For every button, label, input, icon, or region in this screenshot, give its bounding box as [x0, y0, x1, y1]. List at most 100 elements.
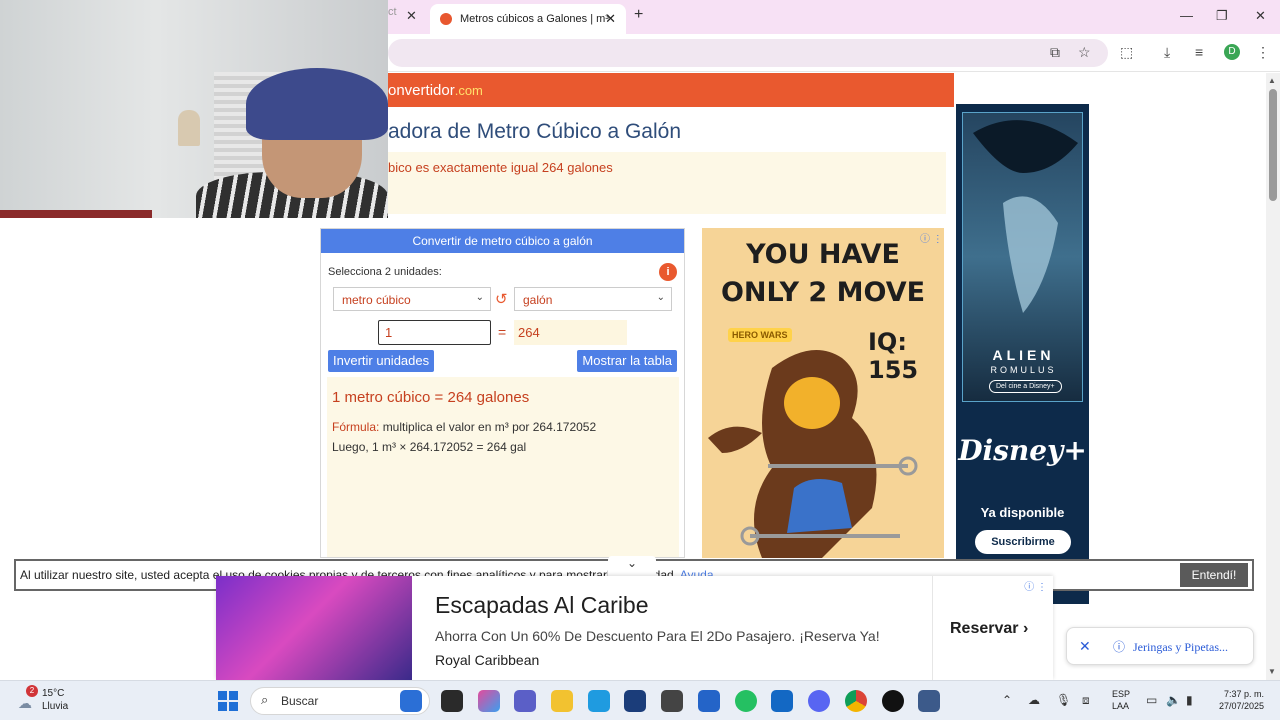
reserve-button[interactable]: Reservar ›: [950, 620, 1028, 638]
red-shelf: [0, 210, 152, 218]
discord-icon[interactable]: [808, 690, 830, 712]
profile-avatar[interactable]: D: [1224, 44, 1240, 60]
close-icon[interactable]: ✕: [1079, 638, 1091, 655]
summary-text: bico es exactamente igual 264 galones: [388, 160, 613, 175]
disney-plus-logo: Disney+: [958, 434, 1087, 467]
invert-units-button[interactable]: Invertir unidades: [328, 350, 435, 372]
page-title: adora de Metro Cúbico a Galón: [388, 120, 682, 143]
converter-panel: Convertir de metro cúbico a galón Selecc…: [320, 228, 685, 558]
search-highlight-icon[interactable]: [400, 690, 422, 712]
chevron-down-icon: ⌄: [626, 556, 638, 570]
minimize-button[interactable]: —: [1180, 8, 1193, 23]
site-favicon-icon: [440, 13, 452, 25]
alien-subtitle: ROMULUS: [990, 365, 1057, 375]
network-icon[interactable]: ▭: [1146, 693, 1157, 707]
install-app-icon[interactable]: ⧉: [1050, 44, 1060, 61]
clock-time: 7:37 p. m.: [1223, 689, 1264, 699]
to-unit-select[interactable]: galón ⌄: [514, 287, 672, 311]
info-circle-icon: ⓘ: [1113, 640, 1126, 654]
active-tab-close-icon[interactable]: ✕: [605, 11, 616, 27]
previous-tab[interactable]: ct ✕: [388, 6, 428, 28]
active-tab[interactable]: Metros cúbicos a Galones | m³ ✕: [430, 4, 626, 34]
language-indicator[interactable]: ESP LAA: [1112, 688, 1130, 712]
store-icon[interactable]: [624, 690, 646, 712]
site-logo-domain[interactable]: .com: [455, 83, 483, 98]
subscribe-button[interactable]: Suscribirme: [975, 530, 1071, 554]
teams-icon[interactable]: [514, 690, 536, 712]
volume-icon[interactable]: 🔈: [1166, 693, 1181, 707]
keyboard-layout: LAA: [1112, 701, 1130, 711]
onedrive-icon[interactable]: ☁: [1028, 693, 1040, 707]
disney-ad[interactable]: ALIEN ROMULUS Del cine a Disney+ Disney+…: [956, 104, 1089, 604]
ad-choices-icon[interactable]: ⓘ ⋮: [1024, 578, 1047, 593]
edge-icon[interactable]: [588, 690, 610, 712]
formula-label: Fórmula:: [332, 420, 380, 434]
chrome-icon[interactable]: [845, 690, 867, 712]
weather-text: 15°C Lluvia: [42, 687, 68, 713]
page-scrollbar[interactable]: ▲ ▼: [1266, 73, 1280, 680]
result-area: 1 metro cúbico = 264 galones Fórmula: mu…: [327, 377, 679, 557]
bottom-ad-sponsor: Royal Caribbean: [435, 652, 540, 668]
file-explorer-icon[interactable]: [551, 690, 573, 712]
system-clock[interactable]: 7:37 p. m. 27/07/2025: [1212, 688, 1264, 712]
scroll-up-arrow-icon[interactable]: ▲: [1268, 76, 1276, 85]
bottom-ad-headline: Escapadas Al Caribe: [435, 592, 649, 618]
from-unit-select[interactable]: metro cúbico ⌄: [333, 287, 491, 311]
browser-menu-icon[interactable]: ⋮: [1256, 44, 1270, 61]
weather-temp: 15°C: [42, 688, 65, 699]
side-suggestion-pill[interactable]: ✕ ⓘ Jeringas y Pipetas...: [1066, 627, 1254, 665]
scroll-down-arrow-icon[interactable]: ▼: [1268, 667, 1276, 676]
side-pill-text: Jeringas y Pipetas...: [1133, 640, 1228, 654]
scroll-thumb[interactable]: [1269, 89, 1277, 201]
task-view-icon[interactable]: [441, 690, 463, 712]
result-line: 1 metro cúbico = 264 galones: [332, 389, 530, 406]
site-header: onvertidor.com: [388, 73, 954, 107]
code-editor-icon[interactable]: [698, 690, 720, 712]
maximize-button[interactable]: ❐: [1216, 8, 1228, 24]
chevron-up-icon[interactable]: ⌃: [1002, 693, 1012, 707]
show-table-button[interactable]: Mostrar la tabla: [577, 350, 677, 372]
battery-icon[interactable]: ▮: [1186, 693, 1193, 707]
game-ad-illustration: [708, 350, 918, 558]
taskbar-search-placeholder: Buscar: [281, 694, 319, 708]
game-ad[interactable]: ⓘ ⋮ YOU HAVE ONLY 2 MOVE HERO WARS IQ: 1…: [702, 228, 944, 558]
reserve-label: Reservar: [950, 620, 1019, 637]
formula-line: Fórmula: multiplica el valor en m³ por 2…: [332, 420, 596, 434]
from-unit-value: metro cúbico: [342, 293, 411, 307]
swap-units-icon[interactable]: ↺: [495, 290, 508, 308]
previous-tab-close-icon[interactable]: ✕: [406, 8, 417, 24]
site-logo-text[interactable]: onvertidor: [388, 82, 455, 99]
microphone-icon[interactable]: 🎙: [1056, 693, 1071, 707]
cookie-accept-button[interactable]: Entendí!: [1180, 563, 1248, 587]
summary-box: bico es exactamente igual 264 galones: [388, 152, 946, 214]
cruise-party-image: [216, 576, 412, 680]
calculator-icon[interactable]: [918, 690, 940, 712]
whatsapp-icon[interactable]: [735, 690, 757, 712]
meet-icon[interactable]: ⧈: [1082, 693, 1090, 708]
media-control-icon[interactable]: ≡: [1195, 44, 1203, 60]
downloads-icon[interactable]: ⤓: [1164, 44, 1170, 61]
tiktok-icon[interactable]: [882, 690, 904, 712]
ceiling-lamp: [178, 110, 200, 146]
app-icon[interactable]: [661, 690, 683, 712]
active-tab-title: Metros cúbicos a Galones | m³: [460, 13, 609, 25]
chevron-down-icon: ⌄: [475, 292, 484, 303]
search-icon: ⌕: [261, 692, 269, 707]
bottom-banner-ad[interactable]: ⓘ ⋮ Escapadas Al Caribe Ahorra Con Un 60…: [216, 576, 1053, 680]
weather-badge: 2: [26, 685, 38, 697]
new-tab-button[interactable]: +: [634, 6, 643, 24]
windows-start-icon[interactable]: [218, 691, 238, 711]
extensions-icon[interactable]: ⬚: [1120, 44, 1133, 61]
copilot-icon[interactable]: [478, 690, 500, 712]
bookmark-star-icon[interactable]: ☆: [1078, 44, 1091, 61]
close-window-button[interactable]: ✕: [1255, 8, 1266, 24]
formula-result-line: Luego, 1 m³ × 264.172052 = 264 gal: [332, 440, 527, 454]
bottom-ad-description: Ahorra Con Un 60% De Descuento Para El 2…: [435, 628, 880, 644]
address-bar[interactable]: [388, 39, 1108, 67]
outlook-icon[interactable]: [771, 690, 793, 712]
clock-date: 27/07/2025: [1218, 701, 1264, 711]
collapse-ad-button[interactable]: ⌄: [608, 556, 656, 576]
info-icon[interactable]: i: [659, 263, 677, 281]
rain-cloud-icon: ☁: [18, 695, 32, 711]
value-input[interactable]: [378, 320, 491, 345]
